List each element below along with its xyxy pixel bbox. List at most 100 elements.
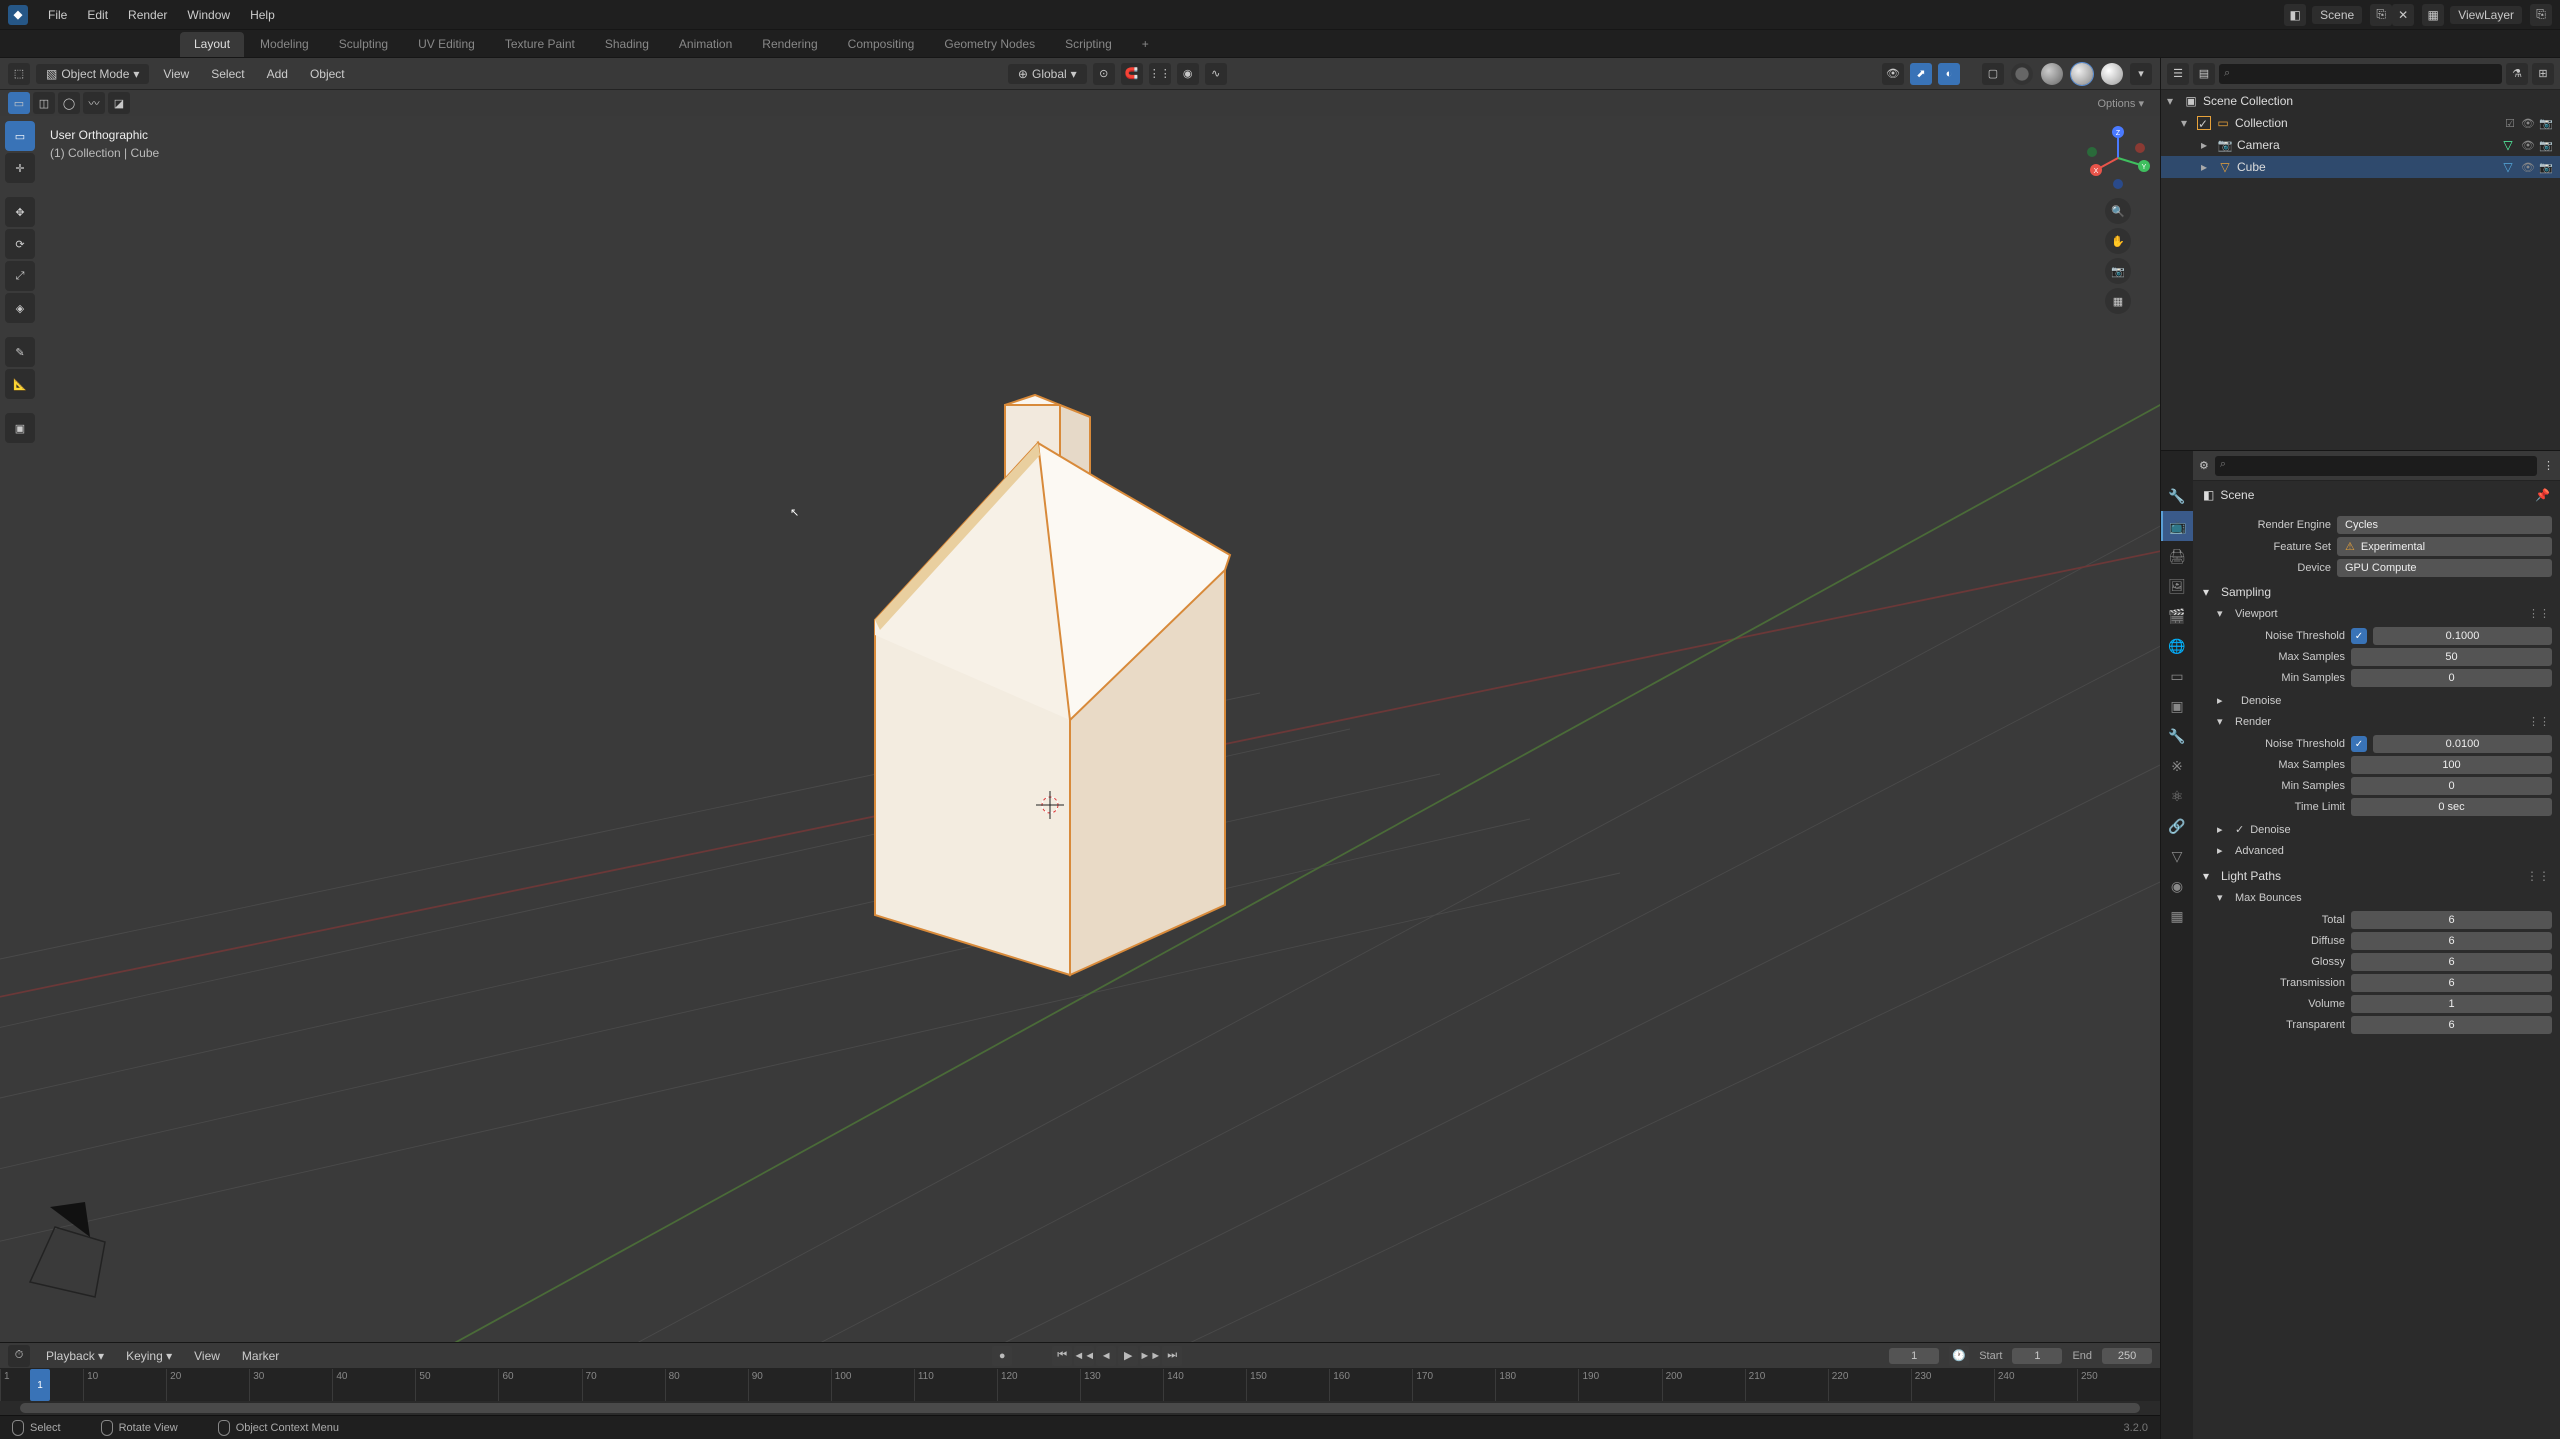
blender-logo-icon[interactable]: ◆	[8, 5, 28, 25]
mb-transparent-field[interactable]: 6	[2351, 1016, 2552, 1034]
timeline-scrollbar[interactable]	[0, 1401, 2160, 1415]
rd-denoise-checkbox[interactable]: ✓	[2235, 823, 2244, 836]
ptab-collection[interactable]: ▭	[2161, 661, 2193, 691]
rd-noise-checkbox[interactable]: ✓	[2351, 736, 2367, 752]
play-reverse-icon[interactable]: ◄	[1096, 1346, 1116, 1366]
outliner-new-collection-icon[interactable]: ⊞	[2532, 63, 2554, 85]
outliner-type-icon[interactable]: ☰	[2167, 63, 2189, 85]
properties-search-input[interactable]	[2215, 456, 2537, 476]
rd-min-samples-field[interactable]: 0	[2351, 777, 2552, 795]
hide-render-icon[interactable]: 📷	[2538, 137, 2554, 153]
mb-diffuse-field[interactable]: 6	[2351, 932, 2552, 950]
mb-volume-field[interactable]: 1	[2351, 995, 2552, 1013]
pivot-icon[interactable]: ⊙	[1093, 63, 1115, 85]
hide-viewport-icon[interactable]: 👁	[2520, 137, 2536, 153]
select-lasso-icon[interactable]: 〰	[83, 92, 105, 114]
outliner-search-input[interactable]	[2219, 64, 2502, 84]
scene-name-field[interactable]: Scene	[2312, 6, 2362, 24]
tool-select-box[interactable]: ▭	[5, 121, 35, 151]
tab-scripting[interactable]: Scripting	[1051, 32, 1126, 57]
tl-menu-marker[interactable]: Marker	[236, 1346, 285, 1366]
tool-move[interactable]: ✥	[5, 197, 35, 227]
vp-menu-add[interactable]: Add	[259, 64, 296, 84]
hide-render-icon[interactable]: 📷	[2538, 115, 2554, 131]
tl-menu-playback[interactable]: Playback ▾	[40, 1346, 110, 1366]
disclosure-icon[interactable]: ▾	[2167, 94, 2179, 108]
tab-shading[interactable]: Shading	[591, 32, 663, 57]
ptab-physics[interactable]: ⚛	[2161, 781, 2193, 811]
select-circle-icon[interactable]: ◯	[58, 92, 80, 114]
outliner-item-camera[interactable]: Camera	[2237, 138, 2496, 152]
vp-menu-select[interactable]: Select	[203, 64, 252, 84]
tool-annotate[interactable]: ✎	[5, 337, 35, 367]
zoom-icon[interactable]: 🔍	[2105, 198, 2131, 224]
orientation-dropdown[interactable]: ⊕ Global ▾	[1008, 64, 1087, 84]
disclosure-icon[interactable]: ▸	[2201, 138, 2213, 152]
tool-scale[interactable]: ⤢	[5, 261, 35, 291]
3d-viewport[interactable]: User Orthographic (1) Collection | Cube …	[0, 116, 2160, 1342]
camera-view-icon[interactable]: 📷	[2105, 258, 2131, 284]
snap-icon[interactable]: 🧲	[1121, 63, 1143, 85]
ptab-world[interactable]: 🌐	[2161, 631, 2193, 661]
menu-help[interactable]: Help	[240, 8, 285, 22]
header-options[interactable]: Options ▾	[2090, 94, 2153, 113]
pin-icon[interactable]: 📌	[2535, 488, 2550, 502]
ptab-constraints[interactable]: 🔗	[2161, 811, 2193, 841]
subsection-viewport[interactable]: ▾Viewport⋮⋮	[2215, 603, 2552, 624]
perspective-toggle-icon[interactable]: ▦	[2105, 288, 2131, 314]
snap-target-icon[interactable]: ⋮⋮	[1149, 63, 1171, 85]
ptab-modifiers[interactable]: 🔧	[2161, 721, 2193, 751]
tab-sculpting[interactable]: Sculpting	[325, 32, 402, 57]
shading-rendered-icon[interactable]	[2101, 63, 2123, 85]
start-frame-field[interactable]: 1	[2012, 1348, 2062, 1364]
tab-layout[interactable]: Layout	[180, 32, 244, 57]
jump-end-icon[interactable]: ⏭	[1162, 1346, 1182, 1366]
disclosure-icon[interactable]: ▾	[2181, 116, 2193, 130]
keyframe-next-icon[interactable]: ►►	[1140, 1346, 1160, 1366]
shading-wireframe-icon[interactable]	[2011, 63, 2033, 85]
ptab-output[interactable]: 🖨	[2161, 541, 2193, 571]
vp-max-samples-field[interactable]: 50	[2351, 648, 2552, 666]
rd-max-samples-field[interactable]: 100	[2351, 756, 2552, 774]
menu-window[interactable]: Window	[177, 8, 240, 22]
ptab-render[interactable]: 📺	[2161, 511, 2193, 541]
new-viewlayer-icon[interactable]: ⎘	[2530, 4, 2552, 26]
tool-rotate[interactable]: ⟳	[5, 229, 35, 259]
device-dropdown[interactable]: GPU Compute	[2337, 559, 2552, 577]
select-tweak-icon[interactable]: ▭	[8, 92, 30, 114]
rd-noise-field[interactable]: 0.0100	[2373, 735, 2552, 753]
shading-material-icon[interactable]	[2071, 63, 2093, 85]
section-sampling[interactable]: ▾Sampling	[2201, 581, 2552, 603]
mb-glossy-field[interactable]: 6	[2351, 953, 2552, 971]
tab-uv-editing[interactable]: UV Editing	[404, 32, 489, 57]
outliner-filter-icon[interactable]: ⚗	[2506, 63, 2528, 85]
ptab-scene[interactable]: 🎬	[2161, 601, 2193, 631]
mb-transmission-field[interactable]: 6	[2351, 974, 2552, 992]
shading-solid-icon[interactable]	[2041, 63, 2063, 85]
disclosure-icon[interactable]: ▸	[2201, 160, 2213, 174]
panel-options-icon[interactable]: ⋮⋮	[2528, 607, 2550, 620]
ptab-object[interactable]: ▣	[2161, 691, 2193, 721]
frame-lock-icon[interactable]: 🕐	[1949, 1346, 1969, 1366]
vp-menu-view[interactable]: View	[155, 64, 197, 84]
gizmo-toggle-icon[interactable]: ⬈	[1910, 63, 1932, 85]
mode-dropdown[interactable]: ▧ Object Mode ▾	[36, 64, 149, 84]
menu-edit[interactable]: Edit	[77, 8, 118, 22]
auto-keying-icon[interactable]: ●	[992, 1346, 1012, 1366]
hide-viewport-icon[interactable]: 👁	[2520, 159, 2536, 175]
collection-checkbox[interactable]: ✓	[2197, 116, 2211, 130]
panel-options-icon[interactable]: ⋮⋮	[2526, 869, 2550, 883]
hide-render-icon[interactable]: 📷	[2538, 159, 2554, 175]
keyframe-prev-icon[interactable]: ◄◄	[1074, 1346, 1094, 1366]
house-mesh[interactable]	[780, 355, 1380, 1035]
scene-icon[interactable]: ◧	[2284, 4, 2306, 26]
proportional-edit-icon[interactable]: ◉	[1177, 63, 1199, 85]
select-invert-icon[interactable]: ◪	[108, 92, 130, 114]
ptab-data[interactable]: ▽	[2161, 841, 2193, 871]
playhead[interactable]: 1	[30, 1369, 50, 1401]
subsection-vp-denoise[interactable]: ▸Denoise	[2215, 690, 2552, 711]
xray-icon[interactable]: ▢	[1982, 63, 2004, 85]
viewlayer-icon[interactable]: ▦	[2422, 4, 2444, 26]
tab-compositing[interactable]: Compositing	[834, 32, 929, 57]
select-box-icon[interactable]: ◫	[33, 92, 55, 114]
